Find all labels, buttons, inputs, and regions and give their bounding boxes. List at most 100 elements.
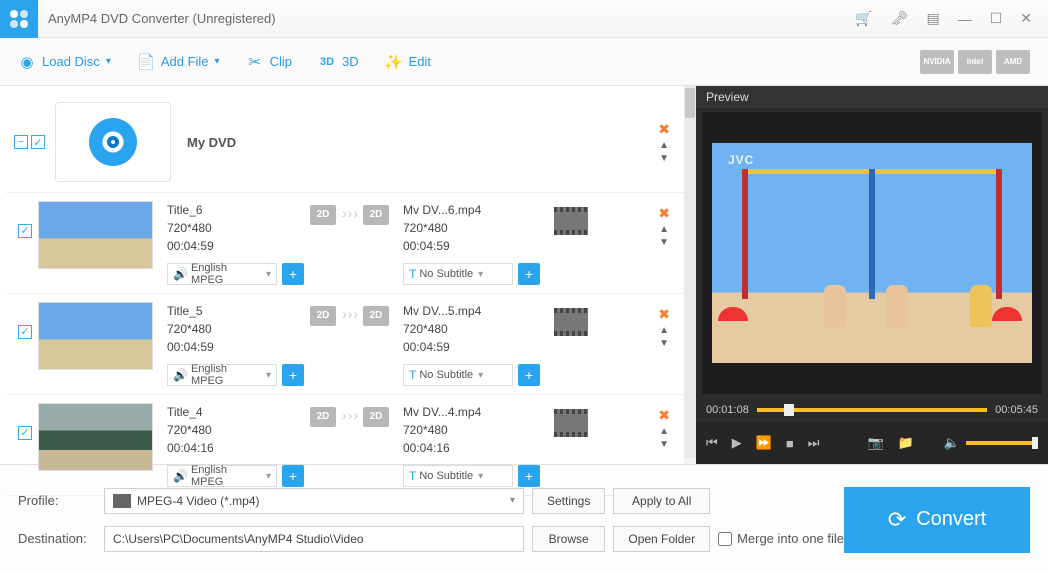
chevron-down-icon: ▾ bbox=[215, 56, 220, 67]
remove-item-icon[interactable]: ✖ bbox=[658, 306, 670, 323]
merge-checkbox[interactable]: Merge into one file bbox=[718, 531, 844, 546]
remove-item-icon[interactable]: ✖ bbox=[658, 205, 670, 222]
move-up-icon[interactable]: ▲ bbox=[659, 225, 669, 235]
play-icon[interactable]: ▶ bbox=[732, 435, 742, 451]
item-title: Title_4 bbox=[167, 403, 267, 421]
item-out-dur: 00:04:59 bbox=[403, 237, 503, 255]
item-out-name: Mv DV...4.mp4 bbox=[403, 403, 503, 421]
add-audio-button[interactable]: + bbox=[282, 465, 304, 487]
edit-label: Edit bbox=[409, 54, 431, 69]
prev-icon[interactable]: ⏮ bbox=[706, 435, 718, 451]
out-2d-badge: 2D bbox=[363, 205, 389, 225]
move-down-icon[interactable]: ▼ bbox=[659, 339, 669, 349]
audio-select[interactable]: 🔊English MPEG▾ bbox=[167, 364, 277, 386]
move-down-icon[interactable]: ▼ bbox=[659, 154, 669, 164]
key-icon[interactable]: 🗝 bbox=[891, 10, 909, 27]
convert-icon: ⟳ bbox=[888, 507, 906, 533]
wand-icon: ✨ bbox=[385, 53, 403, 71]
open-folder-button[interactable]: Open Folder bbox=[613, 526, 710, 552]
list-scrollbar[interactable] bbox=[684, 86, 696, 458]
apply-all-button[interactable]: Apply to All bbox=[613, 488, 710, 514]
3d-button[interactable]: 3D 3D bbox=[318, 53, 359, 71]
move-down-icon[interactable]: ▼ bbox=[659, 440, 669, 450]
subtitle-select[interactable]: TNo Subtitle▾ bbox=[403, 465, 513, 487]
item-thumbnail[interactable] bbox=[38, 201, 153, 269]
subtitle-select[interactable]: TNo Subtitle▾ bbox=[403, 263, 513, 285]
film-icon[interactable] bbox=[554, 308, 588, 336]
item-title: Title_6 bbox=[167, 201, 267, 219]
volume-slider[interactable] bbox=[966, 441, 1038, 445]
next-icon[interactable]: ⏭ bbox=[808, 435, 820, 451]
chevron-down-icon: ▾ bbox=[510, 495, 515, 506]
time-total: 00:05:45 bbox=[995, 404, 1038, 416]
move-up-icon[interactable]: ▲ bbox=[659, 326, 669, 336]
load-disc-button[interactable]: ◉ Load Disc ▾ bbox=[18, 53, 111, 71]
menu-icon[interactable]: ▤ bbox=[926, 10, 939, 27]
remove-item-icon[interactable]: ✖ bbox=[658, 407, 670, 424]
disc-icon: ◉ bbox=[18, 53, 36, 71]
add-file-button[interactable]: 📄 Add File ▾ bbox=[137, 53, 220, 71]
fast-forward-icon[interactable]: ⏩ bbox=[756, 435, 772, 451]
file-list-pane: − ✓ My DVD ✖ ▲ ▼ ✓ Title_6 720*480 00:04… bbox=[0, 86, 684, 464]
group-thumbnail bbox=[55, 102, 171, 182]
browse-button[interactable]: Browse bbox=[532, 526, 605, 552]
add-file-label: Add File bbox=[161, 54, 209, 69]
subtitle-value: No Subtitle bbox=[419, 369, 473, 381]
cart-icon[interactable]: 🛒 bbox=[855, 10, 872, 27]
item-checkbox[interactable]: ✓ bbox=[18, 426, 32, 440]
chevron-down-icon: ▾ bbox=[478, 269, 483, 280]
item-out-dur: 00:04:16 bbox=[403, 439, 503, 457]
check-all-toggle[interactable]: ✓ bbox=[31, 135, 45, 149]
maximize-icon[interactable]: ☐ bbox=[990, 10, 1003, 27]
chevron-down-icon: ▾ bbox=[266, 370, 271, 381]
group-title: My DVD bbox=[187, 135, 236, 150]
close-icon[interactable]: ✕ bbox=[1020, 10, 1032, 27]
list-item: ✓ Title_6 720*480 00:04:59 🔊English MPEG… bbox=[6, 193, 684, 294]
destination-input[interactable]: C:\Users\PC\Documents\AnyMP4 Studio\Vide… bbox=[104, 526, 524, 552]
group-header: − ✓ My DVD ✖ ▲ ▼ bbox=[6, 92, 684, 193]
time-current: 00:01:08 bbox=[706, 404, 749, 416]
move-up-icon[interactable]: ▲ bbox=[659, 427, 669, 437]
add-subtitle-button[interactable]: + bbox=[518, 263, 540, 285]
clip-button[interactable]: ✂ Clip bbox=[246, 53, 292, 71]
audio-icon: 🔊 bbox=[173, 469, 188, 483]
subtitle-select[interactable]: TNo Subtitle▾ bbox=[403, 364, 513, 386]
add-subtitle-button[interactable]: + bbox=[518, 364, 540, 386]
item-src-dur: 00:04:16 bbox=[167, 439, 267, 457]
profile-value: MPEG-4 Video (*.mp4) bbox=[137, 494, 260, 508]
film-icon[interactable] bbox=[554, 207, 588, 235]
collapse-toggle[interactable]: − bbox=[14, 135, 28, 149]
settings-button[interactable]: Settings bbox=[532, 488, 605, 514]
folder-icon[interactable]: 📁 bbox=[898, 435, 914, 451]
item-thumbnail[interactable] bbox=[38, 302, 153, 370]
convert-button[interactable]: ⟳ Convert bbox=[844, 487, 1030, 553]
profile-select[interactable]: MPEG-4 Video (*.mp4) ▾ bbox=[104, 488, 524, 514]
item-thumbnail[interactable] bbox=[38, 403, 153, 471]
move-up-icon[interactable]: ▲ bbox=[659, 141, 669, 151]
edit-button[interactable]: ✨ Edit bbox=[385, 53, 431, 71]
add-subtitle-button[interactable]: + bbox=[518, 465, 540, 487]
snapshot-icon[interactable]: 📷 bbox=[867, 435, 883, 451]
add-audio-button[interactable]: + bbox=[282, 364, 304, 386]
item-src-res: 720*480 bbox=[167, 421, 267, 439]
item-out-name: Mv DV...5.mp4 bbox=[403, 302, 503, 320]
merge-checkbox-input[interactable] bbox=[718, 532, 732, 546]
volume-icon[interactable]: 🔈 bbox=[944, 435, 960, 451]
move-down-icon[interactable]: ▼ bbox=[659, 238, 669, 248]
item-out-name: Mv DV...6.mp4 bbox=[403, 201, 503, 219]
audio-select[interactable]: 🔊English MPEG▾ bbox=[167, 263, 277, 285]
add-audio-button[interactable]: + bbox=[282, 263, 304, 285]
stop-icon[interactable]: ■ bbox=[786, 436, 794, 451]
remove-group-icon[interactable]: ✖ bbox=[658, 121, 670, 138]
item-checkbox[interactable]: ✓ bbox=[18, 325, 32, 339]
minimize-icon[interactable]: — bbox=[958, 11, 972, 27]
item-src-res: 720*480 bbox=[167, 219, 267, 237]
seek-slider[interactable] bbox=[757, 408, 987, 412]
audio-value: English MPEG bbox=[191, 464, 261, 488]
preview-video[interactable]: JVC bbox=[702, 112, 1042, 394]
audio-select[interactable]: 🔊English MPEG▾ bbox=[167, 465, 277, 487]
film-icon[interactable] bbox=[554, 409, 588, 437]
list-item: ✓ Title_5 720*480 00:04:59 🔊English MPEG… bbox=[6, 294, 684, 395]
item-checkbox[interactable]: ✓ bbox=[18, 224, 32, 238]
load-disc-label: Load Disc bbox=[42, 54, 100, 69]
